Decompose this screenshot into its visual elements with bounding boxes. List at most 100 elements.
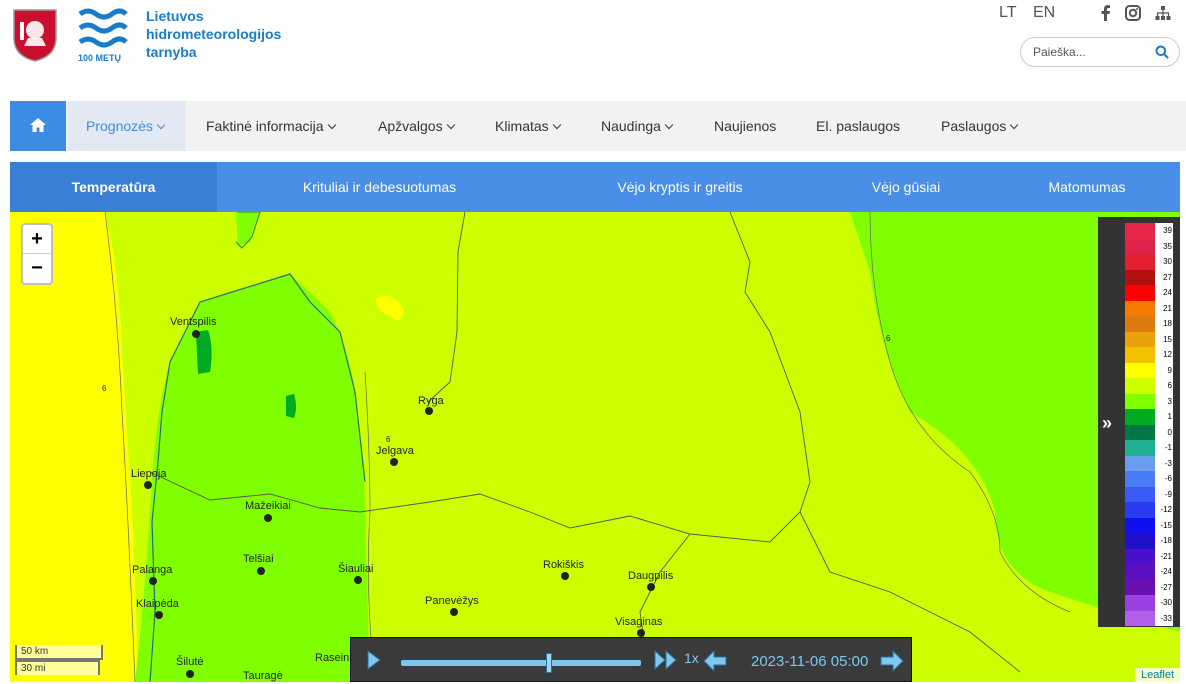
city-marker[interactable] bbox=[450, 608, 458, 616]
legend-row: 6 bbox=[1125, 378, 1173, 394]
city-marker[interactable] bbox=[149, 577, 157, 585]
chevron-down-icon bbox=[446, 120, 455, 130]
time-slider-handle[interactable] bbox=[546, 653, 552, 673]
legend-swatch bbox=[1125, 378, 1155, 394]
tab-vejo-gusiai[interactable]: Vėjo gūsiai bbox=[818, 162, 994, 212]
city-marker[interactable] bbox=[637, 629, 645, 637]
zoom-out-button[interactable]: − bbox=[23, 254, 51, 283]
city-label: Visaginas bbox=[615, 616, 663, 628]
nav-item-naudinga[interactable]: Naudinga bbox=[601, 101, 674, 151]
legend-row: -18 bbox=[1125, 533, 1173, 549]
nav-home-button[interactable] bbox=[10, 101, 66, 151]
legend-swatch bbox=[1125, 362, 1155, 378]
legend-label: 6 bbox=[1155, 378, 1173, 394]
city-label: Rokiškis bbox=[543, 559, 584, 571]
brand-name[interactable]: Lietuvos hidrometeorologijos tarnyba bbox=[146, 7, 281, 61]
time-slider-track[interactable] bbox=[401, 660, 641, 666]
legend-swatch bbox=[1125, 595, 1155, 611]
step-forward-arrow-icon[interactable] bbox=[880, 650, 904, 672]
tab-temperatura[interactable]: Temperatūra bbox=[10, 162, 217, 212]
city-marker[interactable] bbox=[192, 330, 200, 338]
city-marker[interactable] bbox=[264, 514, 272, 522]
legend-label: 15 bbox=[1155, 331, 1173, 347]
city-marker[interactable] bbox=[561, 572, 569, 580]
nav-item-label: Paslaugos bbox=[941, 118, 1007, 134]
tab-vejo-kryptis[interactable]: Vėjo kryptis ir greitis bbox=[542, 162, 818, 212]
isoline-label: 6 bbox=[386, 435, 391, 444]
legend-swatch bbox=[1125, 223, 1155, 239]
city-label: Panevėžys bbox=[425, 595, 479, 607]
search-icon[interactable] bbox=[1155, 45, 1169, 59]
nav-item-paslaugos[interactable]: Paslaugos bbox=[941, 101, 1019, 151]
site-header: 100 METŲ Lietuvos hidrometeorologijos ta… bbox=[0, 0, 1186, 100]
legend-row: 12 bbox=[1125, 347, 1173, 363]
nav-item-naujienos[interactable]: Naujienos bbox=[714, 101, 776, 151]
legend-swatch bbox=[1125, 533, 1155, 549]
city-marker[interactable] bbox=[155, 611, 163, 619]
leaflet-attribution-link[interactable]: Leaflet bbox=[1134, 668, 1180, 682]
legend-swatch bbox=[1125, 471, 1155, 487]
legend-collapse-icon[interactable]: » bbox=[1102, 413, 1116, 433]
city-marker[interactable] bbox=[257, 567, 265, 575]
lhmt-logo[interactable]: 100 METŲ bbox=[78, 8, 128, 64]
city-label: Palanga bbox=[132, 564, 173, 576]
lang-lt-link[interactable]: LT bbox=[999, 4, 1016, 22]
nav-item-label: Faktinė informacija bbox=[206, 118, 324, 134]
search-input[interactable] bbox=[1033, 44, 1153, 60]
nav-item-label: Naudinga bbox=[601, 118, 661, 134]
nav-item-el-paslaugos[interactable]: El. paslaugos bbox=[816, 101, 900, 151]
brand-line: Lietuvos bbox=[146, 8, 204, 24]
play-icon[interactable] bbox=[366, 650, 382, 670]
legend-row: -9 bbox=[1125, 486, 1173, 502]
brand-line: tarnyba bbox=[146, 44, 197, 60]
brand-line: hidrometeorologijos bbox=[146, 26, 282, 42]
tab-matomumas[interactable]: Matomumas bbox=[994, 162, 1180, 212]
nav-item-label: Klimatas bbox=[495, 118, 549, 134]
legend-label: -33 bbox=[1155, 610, 1173, 626]
legend-label: -18 bbox=[1155, 533, 1173, 549]
zoom-in-button[interactable]: + bbox=[23, 225, 51, 254]
nav-item-label: Naujienos bbox=[714, 118, 777, 134]
step-back-arrow-icon[interactable] bbox=[703, 650, 727, 672]
instagram-icon[interactable] bbox=[1125, 5, 1141, 21]
city-label: Tauragė bbox=[243, 670, 283, 682]
city-label: Šiauliai bbox=[338, 563, 374, 575]
logo-years: 100 METŲ bbox=[78, 53, 122, 63]
nav-item-apzvalgos[interactable]: Apžvalgos bbox=[378, 101, 455, 151]
facebook-icon[interactable] bbox=[1098, 5, 1114, 21]
city-marker[interactable] bbox=[425, 407, 433, 415]
legend-label: -6 bbox=[1155, 471, 1173, 487]
legend-label: 39 bbox=[1155, 223, 1173, 239]
playback-speed[interactable]: 1x bbox=[684, 650, 699, 666]
city-marker[interactable] bbox=[647, 583, 655, 591]
legend-swatch bbox=[1125, 393, 1155, 409]
nav-item-faktine-informacija[interactable]: Faktinė informacija bbox=[206, 101, 336, 151]
legend-label: -27 bbox=[1155, 579, 1173, 595]
legend-label: -30 bbox=[1155, 595, 1173, 611]
legend-swatch bbox=[1125, 300, 1155, 316]
legend-swatch bbox=[1125, 486, 1155, 502]
city-marker[interactable] bbox=[390, 458, 398, 466]
tab-krituliai[interactable]: Krituliai ir debesuotumas bbox=[217, 162, 542, 212]
chevron-down-icon bbox=[1010, 120, 1019, 130]
coat-of-arms-logo[interactable] bbox=[12, 8, 58, 62]
city-marker[interactable] bbox=[144, 481, 152, 489]
city-label: Ryga bbox=[418, 395, 444, 407]
forecast-tabs: Temperatūra Krituliai ir debesuotumas Vė… bbox=[10, 162, 1180, 212]
legend-swatch bbox=[1125, 502, 1155, 518]
city-label: Klaipėda bbox=[136, 598, 179, 610]
legend-row: 0 bbox=[1125, 424, 1173, 440]
temperature-map[interactable]: + − Ventspilis Ryga Jelgava Liepoja Maže… bbox=[10, 212, 1180, 682]
nav-item-klimatas[interactable]: Klimatas bbox=[495, 101, 561, 151]
legend-swatch bbox=[1125, 424, 1155, 440]
lang-en-link[interactable]: EN bbox=[1033, 4, 1055, 22]
map-scale: 50 km 30 mi bbox=[15, 645, 103, 675]
city-marker[interactable] bbox=[354, 576, 362, 584]
temperature-legend: » 39 35 30 27 24 21 18 15 12 9 6 3 1 0 -1 -3 -6 -9 -12 -15-… bbox=[1098, 217, 1180, 627]
legend-swatch bbox=[1125, 548, 1155, 564]
legend-label: 3 bbox=[1155, 393, 1173, 409]
nav-item-prognozes[interactable]: Prognozės bbox=[68, 101, 186, 151]
fast-forward-icon[interactable] bbox=[654, 650, 678, 670]
sitemap-icon[interactable] bbox=[1155, 5, 1171, 21]
city-marker[interactable] bbox=[186, 670, 194, 678]
